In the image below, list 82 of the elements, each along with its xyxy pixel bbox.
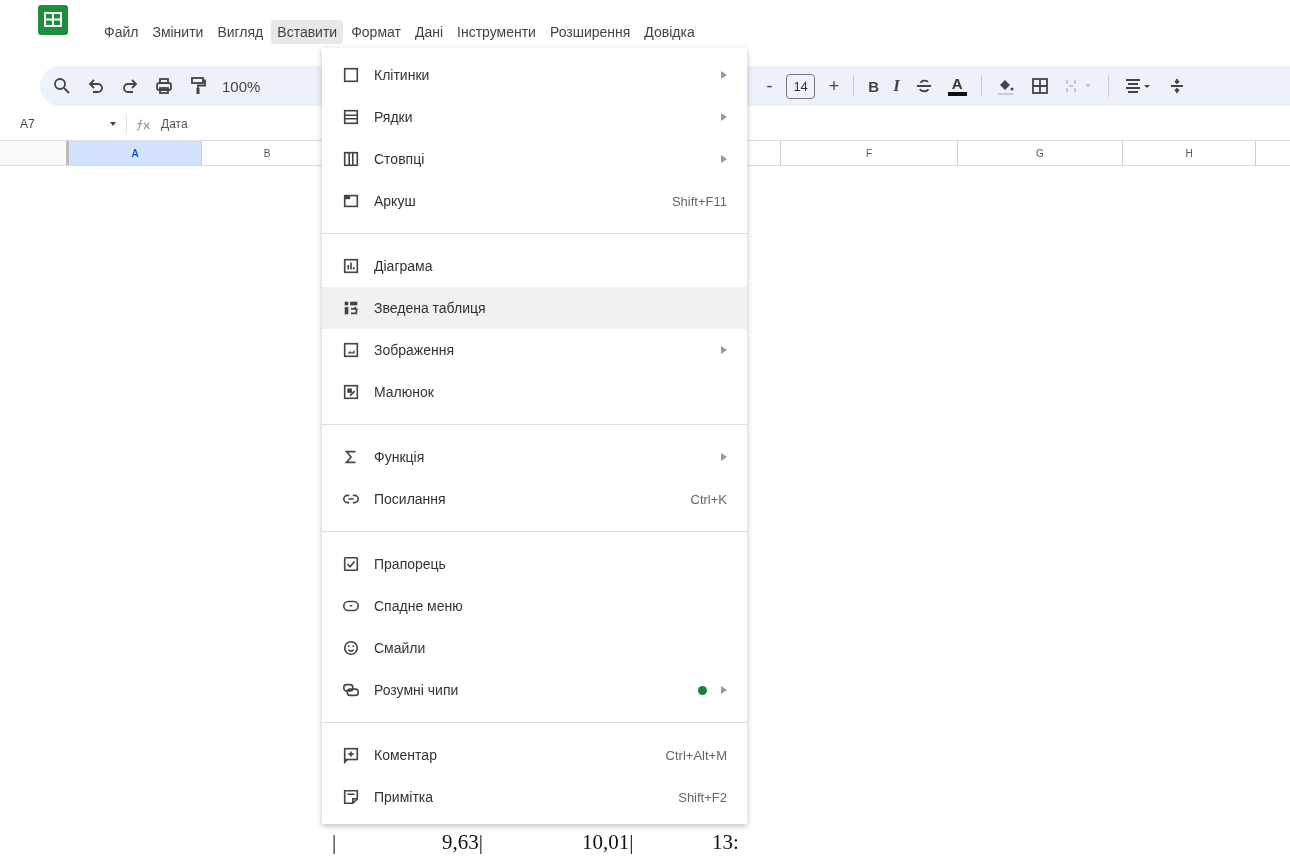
menu-option[interactable]: Діаграма	[322, 245, 747, 287]
paint-format-icon[interactable]	[188, 76, 208, 96]
table-value: 9,63|	[442, 830, 484, 855]
pivot-table-icon	[342, 299, 360, 317]
menu-option[interactable]: Зображення	[322, 329, 747, 371]
redo-icon[interactable]	[120, 76, 140, 96]
shortcut-text: Ctrl+K	[690, 491, 727, 507]
menu-option[interactable]: Аркуш Shift+F11	[322, 180, 747, 222]
menu-option-label: Прапорець	[374, 556, 446, 572]
column-header[interactable]: G	[958, 141, 1123, 165]
chart-icon	[342, 257, 360, 275]
menu-item[interactable]: Інструменти	[451, 20, 542, 44]
sheet-icon	[342, 192, 360, 210]
menu-option[interactable]: Зведена таблиця	[322, 287, 747, 329]
menu-option-label: Посилання	[374, 491, 446, 507]
menu-option-label: Смайли	[374, 640, 426, 656]
menu-item[interactable]: Дані	[408, 20, 449, 44]
smiley-icon	[342, 639, 360, 657]
note-icon	[342, 788, 360, 806]
menu-item[interactable]: Розширення	[543, 20, 637, 44]
menu-option-label: Коментар	[374, 747, 437, 763]
borders-icon[interactable]	[1029, 76, 1050, 96]
italic-button[interactable]: I	[893, 76, 900, 96]
menu-item[interactable]: Змінити	[146, 20, 210, 44]
shortcut-text: Shift+F2	[678, 789, 727, 805]
columns-icon	[342, 150, 360, 168]
menu-option[interactable]: Клітинки	[322, 54, 747, 96]
menu-option[interactable]: Смайли	[322, 627, 747, 669]
function-icon[interactable]	[135, 117, 153, 131]
menu-option-label: Стовпці	[374, 151, 425, 167]
menu-option-label: Функція	[374, 449, 425, 465]
formula-text: Дата	[161, 117, 188, 131]
menu-item[interactable]: Довідка	[638, 20, 701, 44]
menu-option-label: Аркуш	[374, 193, 416, 209]
undo-icon[interactable]	[86, 76, 106, 96]
cell-reference[interactable]: A7	[20, 117, 100, 131]
column-header[interactable]: F	[781, 141, 958, 165]
menu-option[interactable]: Функція	[322, 436, 747, 478]
menu-item[interactable]: Вигляд	[211, 20, 270, 44]
shortcut-text: Shift+F11	[671, 193, 727, 209]
bold-button[interactable]: B	[868, 77, 880, 95]
decrease-font-button[interactable]: -	[766, 75, 773, 97]
menu-option[interactable]: Прапорець	[322, 543, 747, 585]
menu-option[interactable]: Посилання Ctrl+K	[322, 478, 747, 520]
menu-option-label: Спадне меню	[374, 598, 463, 614]
menu-option-label: Розумні чипи	[374, 682, 459, 698]
menu-item[interactable]: Файл	[98, 20, 145, 44]
menu-option-label: Рядки	[374, 109, 413, 125]
image-icon	[342, 341, 360, 359]
menu-option-label: Зведена таблиця	[374, 300, 486, 316]
menu-option-label: Діаграма	[374, 258, 433, 274]
comment-icon	[342, 746, 360, 764]
menu-option-label: Малюнок	[374, 384, 434, 400]
column-header[interactable]: H	[1123, 141, 1256, 165]
square-icon	[342, 66, 360, 84]
menu-option[interactable]: Коментар Ctrl+Alt+M	[322, 734, 747, 776]
menu-option-label: Клітинки	[374, 67, 430, 83]
rows-icon	[342, 108, 360, 126]
increase-font-button[interactable]: +	[828, 75, 840, 97]
sheets-logo-icon[interactable]	[38, 5, 68, 35]
search-icon[interactable]	[52, 76, 72, 96]
menu-option-label: Примітка	[374, 789, 434, 805]
menu-item[interactable]: Вставити	[271, 20, 344, 44]
menu-option-label: Зображення	[374, 342, 455, 358]
menu-option[interactable]: Малюнок	[322, 371, 747, 413]
text-color-button[interactable]: A	[947, 76, 967, 96]
checkbox-icon	[342, 555, 360, 573]
shortcut-text: Ctrl+Alt+M	[665, 747, 727, 763]
zoom-selector[interactable]: 100%	[222, 77, 261, 95]
column-header[interactable]: A	[69, 141, 202, 165]
table-value: 10,01|	[582, 830, 635, 855]
chips-icon	[342, 681, 360, 699]
table-value: |	[332, 830, 338, 855]
drawing-icon	[342, 383, 360, 401]
table-value: 13:	[712, 830, 739, 855]
print-icon[interactable]	[154, 76, 174, 96]
menu-option[interactable]: Розумні чипи	[322, 669, 747, 711]
font-size-field[interactable]: 14	[786, 73, 815, 99]
menu-option[interactable]: Примітка Shift+F2	[322, 776, 747, 818]
menu-option[interactable]: Спадне меню	[322, 585, 747, 627]
menu-option[interactable]: Рядки	[322, 96, 747, 138]
menu-item[interactable]: Формат	[345, 20, 407, 44]
